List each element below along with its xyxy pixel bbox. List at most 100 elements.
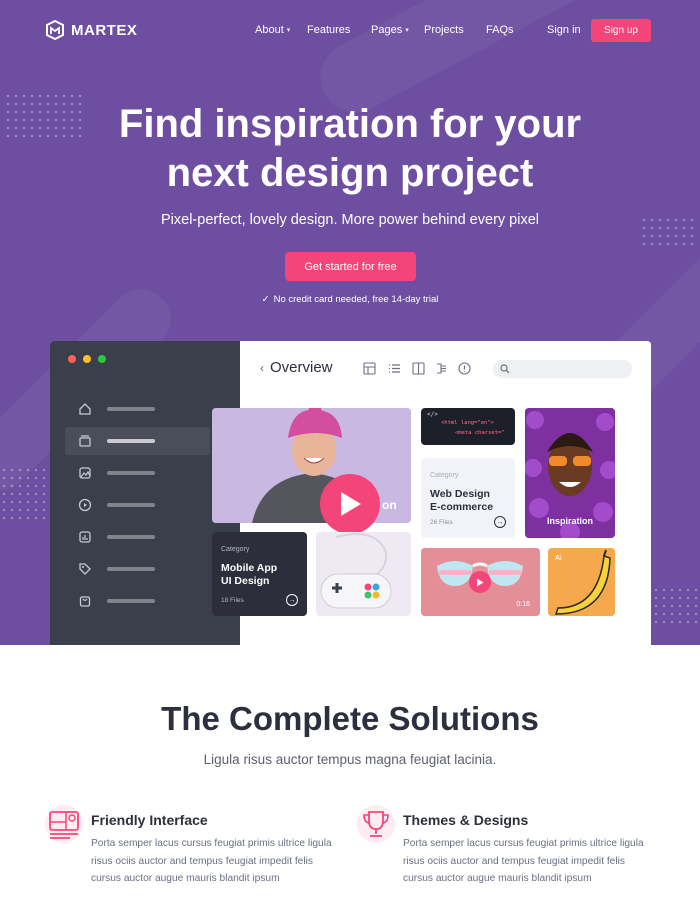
gamepad-photo: [320, 533, 392, 609]
code-snippet-card[interactable]: </> <html lang="en"> <meta charset=": [421, 408, 515, 445]
bag-icon: [77, 593, 93, 609]
home-icon: [77, 401, 93, 417]
sidebar-placeholder-line: [107, 471, 155, 475]
trial-note: ✓ No credit card needed, free 14-day tria…: [0, 294, 700, 305]
hero-title: Find inspiration for your next design pr…: [0, 100, 700, 198]
tag-icon: [77, 561, 93, 577]
feature-title: Friendly Interface: [91, 812, 208, 828]
video-duration: 0:16: [516, 601, 530, 608]
nav-features[interactable]: Features: [307, 24, 350, 36]
play-icon: [341, 492, 361, 516]
card-file-count: 26 Files: [430, 519, 453, 526]
overview-header: ‹ Overview: [260, 359, 333, 376]
sidebar-item-video[interactable]: [65, 491, 210, 519]
feature-title: Themes & Designs: [403, 812, 529, 828]
nav-faqs[interactable]: FAQs: [486, 24, 514, 36]
arrow-right-icon[interactable]: →: [286, 594, 298, 606]
arrow-right-icon[interactable]: →: [494, 516, 506, 528]
sidebar-placeholder-line: [107, 407, 155, 411]
card-category: Category: [430, 472, 459, 479]
window-maximize-dot: [98, 355, 106, 363]
sidebar-placeholder-line: [107, 439, 155, 443]
video-card-sunglasses[interactable]: 0:16: [421, 548, 540, 616]
card-title-line: Web Design: [430, 488, 490, 500]
window-close-dot: [68, 355, 76, 363]
nav-label: Projects: [424, 24, 464, 36]
code-line: <html lang="en">: [441, 420, 494, 426]
sidebar-placeholder-line: [107, 503, 155, 507]
card-title: Mobile App UI Design: [221, 562, 277, 588]
nav-label: Features: [307, 24, 351, 36]
photo-card-woman[interactable]: on: [212, 408, 411, 523]
signin-link[interactable]: Sign in: [547, 24, 581, 36]
play-icon: [477, 578, 484, 586]
photo-card-banana[interactable]: Ai: [548, 548, 615, 616]
nav-projects[interactable]: Projects: [424, 24, 464, 36]
chart-icon: [77, 529, 93, 545]
card-file-count: 18 Files: [221, 597, 244, 604]
inspiration-label: Inspiration: [546, 516, 593, 526]
chevron-left-icon[interactable]: ‹: [260, 361, 264, 375]
chevron-down-icon: ▾: [405, 27, 409, 34]
play-button[interactable]: [469, 571, 491, 593]
search-input[interactable]: [493, 360, 632, 378]
info-icon[interactable]: [458, 362, 471, 375]
hero-title-line: Find inspiration for your: [118, 102, 582, 146]
code-line: <meta charset=": [455, 430, 505, 436]
sidebar-placeholder-line: [107, 567, 155, 571]
sidebar-item-shop[interactable]: [65, 587, 210, 615]
sidebar-item-tags[interactable]: [65, 555, 210, 583]
nav-label: Pages: [371, 24, 403, 36]
photo-card-caption: on: [382, 498, 397, 512]
hero-section: MARTEX About ▾ Features Pages ▾ Projects F…: [0, 0, 700, 645]
image-icon: [77, 465, 93, 481]
sidebar-placeholder-line: [107, 535, 155, 539]
app-mockup: ‹ Overview on </> <html lang="en"> <meta…: [50, 341, 651, 645]
search-icon: [500, 364, 510, 374]
card-title-line: UI Design: [221, 575, 270, 587]
card-title: Web Design E-commerce: [430, 488, 493, 514]
list-view-icon[interactable]: [388, 362, 401, 375]
sidebar-item-archive[interactable]: [65, 427, 210, 455]
ai-label: Ai: [555, 553, 562, 562]
chevron-down-icon: ▾: [286, 27, 291, 34]
brand-name: MARTEX: [71, 21, 138, 39]
hero-subtitle: Pixel-perfect, lovely design. More power…: [161, 212, 539, 228]
mockup-main: ‹ Overview on </> <html lang="en"> <meta…: [212, 341, 651, 645]
window-minimize-dot: [83, 355, 91, 363]
card-title-line: E-commerce: [430, 501, 494, 513]
signup-button[interactable]: Sign up: [591, 19, 651, 42]
hierarchy-icon[interactable]: [435, 362, 448, 375]
nav-label: About: [255, 24, 284, 36]
card-category: Category: [221, 546, 250, 553]
trial-text: No credit card needed, free 14-day trial: [273, 294, 439, 305]
sidebar-item-stats[interactable]: [65, 523, 210, 551]
logo-icon: [46, 20, 64, 40]
nav-label: FAQs: [486, 24, 514, 36]
check-icon: ✓: [261, 294, 270, 305]
sidebar-item-home[interactable]: [65, 395, 210, 423]
grid-view-icon[interactable]: [363, 362, 376, 375]
category-card-mobile-app[interactable]: Category Mobile App UI Design 18 Files →: [212, 532, 307, 616]
card-title-line: Mobile App: [221, 562, 278, 574]
play-button[interactable]: [320, 474, 380, 534]
code-icon: </>: [427, 411, 438, 418]
play-icon: [77, 497, 93, 513]
columns-view-icon[interactable]: [412, 362, 425, 375]
hero-title-line: next design project: [166, 151, 534, 195]
section-subtitle: Ligula risus auctor tempus magna feugiat…: [203, 752, 497, 767]
overview-title: Overview: [270, 359, 333, 376]
interface-icon: [45, 805, 83, 843]
sidebar-item-gallery[interactable]: [65, 459, 210, 487]
photo-card-inspiration[interactable]: Inspiration: [525, 408, 615, 538]
dot-pattern: [0, 466, 48, 522]
sidebar-placeholder-line: [107, 599, 155, 603]
section-title: The Complete Solutions: [161, 700, 539, 737]
photo-card-gamepad[interactable]: [316, 532, 411, 616]
category-card-web-design[interactable]: Category Web Design E-commerce 26 Files →: [421, 458, 515, 538]
brand-logo[interactable]: MARTEX: [45, 20, 137, 40]
trophy-icon: [357, 805, 395, 843]
get-started-button[interactable]: Get started for free: [285, 252, 416, 281]
nav-about[interactable]: About ▾: [255, 24, 290, 36]
nav-pages[interactable]: Pages ▾: [371, 24, 409, 36]
